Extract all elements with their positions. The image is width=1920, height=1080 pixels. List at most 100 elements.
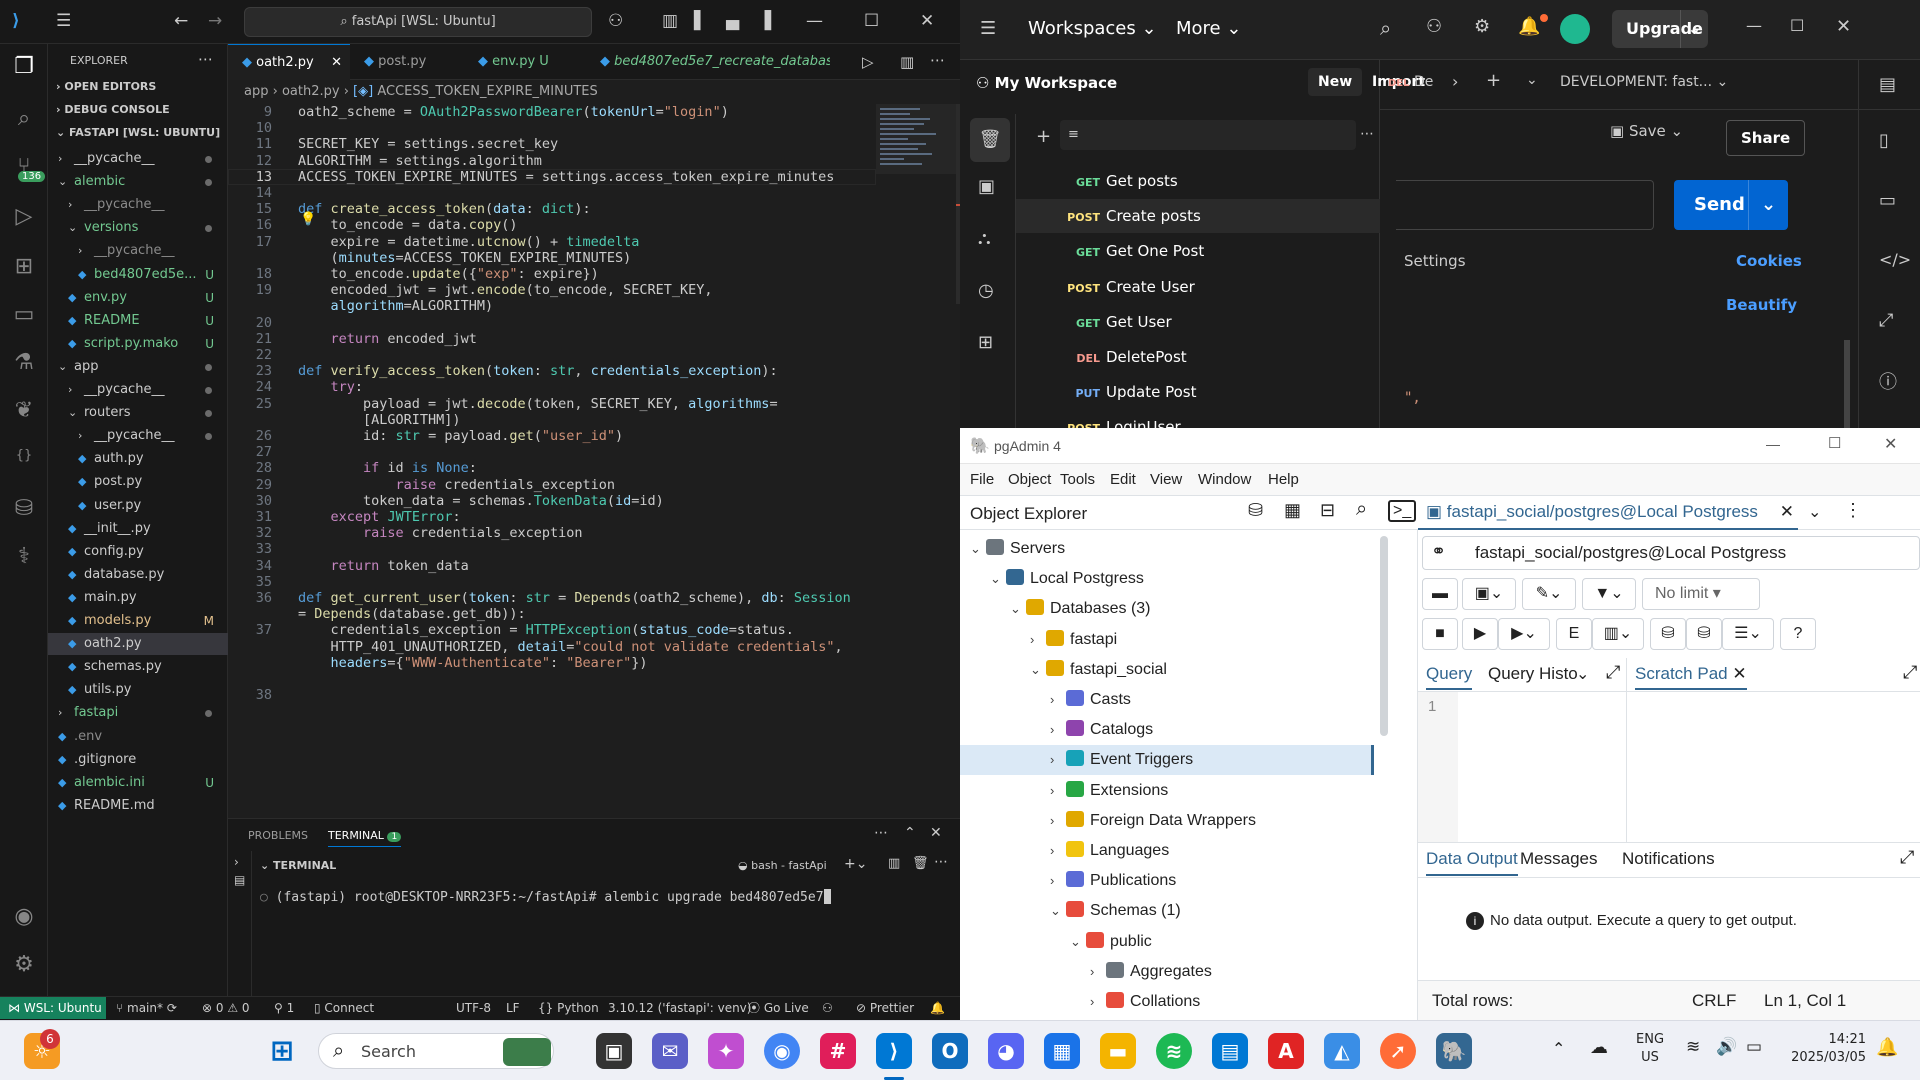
interpreter-indicator[interactable]: 3.10.12 ('fastapi': venv): [608, 997, 751, 1019]
toggle-panel-icon[interactable]: ▄: [726, 11, 739, 31]
request-item[interactable]: GET Get User: [1016, 305, 1380, 339]
layout-icon[interactable]: ▥: [662, 11, 678, 31]
search-icon[interactable]: ⌕: [1356, 498, 1367, 521]
copilot-icon[interactable]: ⚇: [608, 11, 623, 31]
toggle-secondary-sidebar-icon[interactable]: ▐: [758, 11, 771, 31]
save-file-icon[interactable]: ▣⌄: [1462, 578, 1516, 610]
chevron-down-icon[interactable]: ⌄: [1050, 896, 1066, 926]
commit-icon[interactable]: ⛁: [1650, 618, 1686, 650]
url-input[interactable]: [1396, 180, 1654, 230]
file-item[interactable]: ◆ script.py.mako U: [48, 333, 228, 355]
info-icon[interactable]: ⓘ: [1879, 368, 1897, 394]
task-view-icon[interactable]: ▣: [596, 1033, 632, 1069]
toggle-sidebar-icon[interactable]: ▌: [694, 11, 707, 31]
discord-icon[interactable]: ◕: [988, 1033, 1024, 1069]
code-line[interactable]: SECRET_KEY = settings.secret_key: [298, 136, 558, 152]
tab-post[interactable]: ◆ post.py: [350, 44, 464, 80]
chevron-down-icon[interactable]: ⌄: [1526, 72, 1538, 88]
chevron-right-icon[interactable]: ›: [1050, 715, 1066, 745]
expand-icon[interactable]: ⤢: [1606, 662, 1620, 683]
code-line[interactable]: def get_current_user(token: str = Depend…: [298, 590, 851, 606]
language-indicator[interactable]: ENG US: [1636, 1031, 1664, 1067]
code-line[interactable]: ALGORITHM = settings.algorithm: [298, 153, 542, 169]
database-icon[interactable]: ⛁: [0, 496, 48, 521]
chevron-right-icon[interactable]: ›: [1050, 685, 1066, 715]
postman-icon[interactable]: ➚: [1380, 1033, 1416, 1069]
execute-script-icon[interactable]: ▶⌄: [1498, 618, 1550, 650]
prettier-indicator[interactable]: ⊘ Prettier: [856, 997, 914, 1019]
go-live-button[interactable]: ⦿ Go Live: [748, 997, 809, 1019]
code-line[interactable]: if id is None:: [298, 460, 477, 476]
code-icon[interactable]: </>: [1879, 250, 1911, 269]
chevron-down-icon[interactable]: ⌄: [1680, 10, 1708, 48]
folder-item[interactable]: › __pycache__: [48, 194, 228, 216]
file-item[interactable]: ◆ env.py U: [48, 287, 228, 309]
sql-editor[interactable]: 1: [1418, 692, 1626, 842]
chevron-right-icon[interactable]: ›: [1090, 987, 1106, 1017]
chevron-down-icon[interactable]: ⌄: [1010, 594, 1026, 624]
code-line[interactable]: (minutes=ACCESS_TOKEN_EXPIRE_MINUTES): [298, 250, 632, 266]
tab-notifications[interactable]: Notifications: [1622, 849, 1715, 869]
close-tab-icon[interactable]: ✕: [1780, 496, 1794, 528]
filter-icon[interactable]: ▼⌄: [1582, 578, 1636, 610]
close-icon[interactable]: ✕: [1884, 434, 1897, 454]
maximize-icon[interactable]: ☐: [1828, 434, 1841, 452]
code-line[interactable]: oath2_scheme = OAuth2PasswordBearer(toke…: [298, 104, 729, 120]
photos-icon[interactable]: ◭: [1324, 1033, 1360, 1069]
code-line[interactable]: expire = datetime.utcnow() + timedelta: [298, 234, 640, 250]
psql-tool-icon[interactable]: >_: [1388, 500, 1417, 522]
docs-icon[interactable]: ▤: [1879, 74, 1896, 95]
rollback-icon[interactable]: ⛁: [1686, 618, 1722, 650]
connection-selector[interactable]: ⚭ fastapi_social/postgres@Local Postgres…: [1422, 536, 1920, 570]
file-item[interactable]: ◆ utils.py: [48, 679, 228, 701]
execute-icon[interactable]: ▶: [1462, 618, 1498, 650]
scrollbar[interactable]: [1844, 340, 1850, 428]
network-status-icon[interactable]: ☁: [1590, 1037, 1608, 1058]
branch-indicator[interactable]: ⑂ main* ⟳: [116, 997, 177, 1019]
upgrade-button[interactable]: Upgrade ⌄: [1612, 10, 1708, 48]
scratch-pad-area[interactable]: [1626, 692, 1920, 842]
send-button[interactable]: Send ⌄: [1674, 180, 1788, 230]
settings-gear-icon[interactable]: ⚙: [0, 952, 48, 977]
code-line[interactable]: token_data = schemas.TokenData(id=id): [298, 493, 664, 509]
file-item[interactable]: ◆ README.md: [48, 795, 228, 817]
share-button[interactable]: Share: [1726, 120, 1806, 156]
tab-migration[interactable]: ◆ bed4807ed5e7_recreate_database_sch: [586, 44, 830, 80]
chevron-down-icon[interactable]: ⌄: [1576, 664, 1589, 684]
section-open-editors[interactable]: › OPEN EDITORS: [56, 80, 156, 93]
folder-item[interactable]: › __pycache__: [48, 425, 228, 447]
new-tab-icon[interactable]: +: [1486, 70, 1501, 91]
request-item[interactable]: PUT Update Post: [1016, 375, 1380, 409]
filter-rows-icon[interactable]: ⊟: [1320, 500, 1335, 521]
more-actions-icon[interactable]: ⋯: [930, 51, 945, 69]
list-icon[interactable]: ▤: [228, 873, 251, 887]
help-icon[interactable]: ?: [1780, 618, 1816, 650]
connect-button[interactable]: ▯ Connect: [314, 997, 374, 1019]
database-icon[interactable]: ⛁: [1248, 500, 1263, 521]
spotify-icon[interactable]: ≋: [1156, 1033, 1192, 1069]
account-icon[interactable]: ◉: [0, 904, 48, 929]
more-actions-icon[interactable]: ⋯: [874, 825, 888, 841]
language-indicator[interactable]: {} Python: [538, 997, 599, 1019]
scratch-pad-tab[interactable]: Scratch Pad ✕: [1635, 664, 1747, 690]
file-item[interactable]: ◆ __init__.py: [48, 518, 228, 540]
tree-node[interactable]: ⌄ Databases (3): [960, 594, 1374, 624]
outlook-icon[interactable]: O: [932, 1033, 968, 1069]
stop-icon[interactable]: ■: [1422, 618, 1458, 650]
minimize-icon[interactable]: —: [1746, 16, 1762, 35]
notifications-bell-icon[interactable]: 🔔: [930, 997, 945, 1019]
beautify-link[interactable]: Beautify: [1726, 296, 1797, 314]
file-item[interactable]: ◆ user.py: [48, 495, 228, 517]
code-line[interactable]: def create_access_token(data: dict):: [298, 201, 591, 217]
code-line[interactable]: algorithm=ALGORITHM): [298, 298, 494, 314]
close-icon[interactable]: ✕: [1836, 16, 1851, 37]
macros-icon[interactable]: ☰⌄: [1722, 618, 1774, 650]
file-item[interactable]: ◆ alembic.ini U: [48, 772, 228, 794]
tree-node[interactable]: ⌄ Local Postgress: [960, 564, 1374, 594]
chevron-down-icon[interactable]: ⌄: [1070, 927, 1086, 957]
add-icon[interactable]: +: [1036, 126, 1051, 147]
notifications-bell-icon[interactable]: 🔔: [1876, 1037, 1898, 1058]
file-item[interactable]: ◆ main.py: [48, 587, 228, 609]
body-text[interactable]: ",: [1404, 390, 1421, 406]
file-item[interactable]: ◆ oath2.py: [48, 633, 228, 656]
